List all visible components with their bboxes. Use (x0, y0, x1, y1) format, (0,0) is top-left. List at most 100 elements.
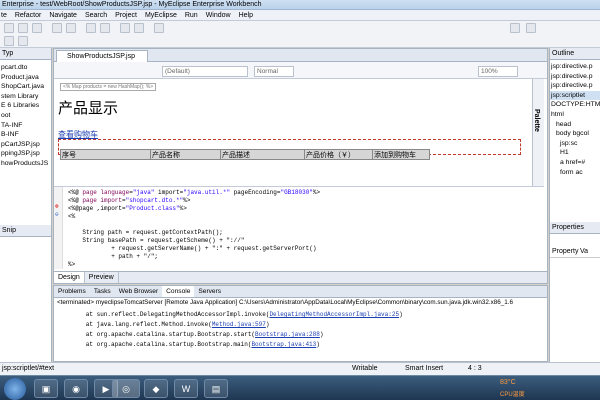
stacktrace-link[interactable]: Bootstrap.java:413 (251, 341, 316, 348)
folder-icon[interactable]: ▤ (204, 379, 228, 398)
source-line: <%@ page language="java" import="java.ut… (68, 189, 321, 196)
tree-item[interactable]: B-INF (0, 130, 51, 140)
tree-item[interactable]: howProductsJS (0, 159, 51, 169)
save-icon[interactable] (18, 23, 28, 33)
tree-item[interactable]: Product.java (0, 73, 51, 83)
source-view[interactable]: ⊗ ⊖ <%@ page language="java" import="jav… (54, 187, 544, 269)
app-icon[interactable]: ◆ (144, 379, 168, 398)
source-line: + request.getServerName() + ":" + reques… (68, 245, 317, 252)
open-type-icon[interactable] (134, 23, 144, 33)
font-select[interactable]: (Default) (162, 66, 248, 77)
properties-tab[interactable]: Properties (550, 222, 600, 234)
value-col: Va (580, 248, 589, 255)
editor-file-tab[interactable]: ShowProductsJSP.jsp (56, 50, 148, 62)
outline-item[interactable]: jsp:scriptlet (550, 90, 600, 101)
forward-icon[interactable] (18, 36, 28, 46)
tree-item[interactable]: ppingJSP.jsp (0, 149, 51, 159)
servers-tab[interactable]: Servers (194, 286, 225, 297)
new-class-icon[interactable] (120, 23, 130, 33)
deploy-icon[interactable] (100, 23, 110, 33)
perspective-icon[interactable] (510, 23, 520, 33)
source-line: <%@page ,import="Product.class"%> (68, 205, 187, 212)
outline-item[interactable]: html (550, 110, 600, 120)
tree-item[interactable]: pcart.dto (0, 63, 51, 73)
new-icon[interactable] (4, 23, 14, 33)
menu-help[interactable]: Help (235, 10, 257, 20)
myeclipse-perspective-icon[interactable] (526, 23, 536, 33)
main-toolbar (0, 21, 600, 48)
outline-tab[interactable]: Outline (550, 48, 600, 60)
type-hierarchy-tab[interactable]: Typ (0, 48, 51, 60)
status-bar: jsp:scriptlet/#text Writable Smart Inser… (0, 362, 600, 375)
style-select[interactable]: Normal (254, 66, 294, 77)
stacktrace-link[interactable]: Method.java:597 (212, 321, 266, 328)
tree-item[interactable]: E 6 Libraries (0, 101, 51, 111)
tasks-tab[interactable]: Tasks (90, 286, 115, 297)
jsp-hint: <% Map products = new HashMap(); %> (60, 83, 157, 91)
source-line: %> (68, 261, 76, 268)
menu-window[interactable]: Window (202, 10, 235, 20)
tree-item[interactable]: stem Library (0, 92, 51, 102)
editor-tab-bar: ShowProductsJSP.jsp (54, 49, 547, 62)
palette-bar[interactable]: Palette (532, 79, 544, 186)
tree-item[interactable]: TA-INF (0, 121, 51, 131)
source-line: <% (68, 213, 76, 220)
stacktrace-link[interactable]: DelegatingMethodAccessorImpl.java:25 (269, 311, 399, 318)
design-tab[interactable]: Design (54, 272, 85, 283)
taskbar: ▣ ◉ ▶ ◎ ◆ W ▤ 83°C CPU温度 (0, 375, 600, 400)
outline-item[interactable]: form ac (550, 168, 600, 178)
outline-item[interactable]: body bgcol (550, 129, 600, 139)
menu-refactor[interactable]: Refactor (11, 10, 45, 20)
source-line: + path + "/"; (68, 253, 159, 260)
problems-tab[interactable]: Problems (54, 286, 90, 297)
properties-header: Property Va (550, 248, 600, 258)
menu-file[interactable]: te (0, 10, 11, 20)
tree-item[interactable]: ShopCart.java (0, 82, 51, 92)
outline-item[interactable]: H1 (550, 148, 600, 158)
outline-item[interactable]: jsp:directive.p (550, 72, 600, 82)
back-icon[interactable] (4, 36, 14, 46)
status-path: jsp:scriptlet/#text (2, 365, 55, 372)
outline-item[interactable]: a href=# (550, 158, 600, 168)
status-writable: Writable (352, 365, 378, 372)
console-terminated-line: <terminated> myeclipseTomcatServer [Remo… (57, 299, 514, 306)
server-icon[interactable] (86, 23, 96, 33)
menu-run[interactable]: Run (181, 10, 202, 20)
outline-item[interactable]: jsp:directive.p (550, 81, 600, 91)
property-col: Property (552, 248, 579, 255)
th-index: 序号 (61, 150, 151, 159)
outline-item[interactable]: jsp:directive.p (550, 62, 600, 72)
outline-item[interactable]: jsp:sc (550, 139, 600, 149)
left-pane: Typ pcart.dto Product.java ShopCart.java… (0, 48, 52, 362)
fold-icon[interactable]: ⊖ (55, 211, 59, 218)
preview-tab[interactable]: Preview (85, 272, 119, 283)
menu-myeclipse[interactable]: MyEclipse (141, 10, 181, 20)
status-position: 4 : 3 (468, 365, 482, 372)
debug-icon[interactable] (52, 23, 62, 33)
tree-item[interactable]: pCartJSP.jsp (0, 140, 51, 150)
outline-item[interactable]: head (550, 120, 600, 130)
start-button[interactable] (4, 378, 26, 400)
explorer-icon[interactable]: ▣ (34, 379, 58, 398)
console-tab[interactable]: Console (162, 286, 195, 297)
myeclipse-icon[interactable]: ◎ (112, 379, 140, 398)
tree-item[interactable]: oot (0, 111, 51, 121)
print-icon[interactable] (32, 23, 42, 33)
snippets-tab[interactable]: Snip (0, 225, 51, 237)
console-line: at org.apache.catalina.startup.Bootstrap… (57, 341, 320, 348)
run-icon[interactable] (66, 23, 76, 33)
browser-icon[interactable]: ◉ (64, 379, 88, 398)
menu-search[interactable]: Search (81, 10, 111, 20)
stacktrace-link[interactable]: Bootstrap.java:288 (255, 331, 320, 338)
console-tabs: Problems Tasks Web Browser Console Serve… (54, 286, 547, 298)
th-price: 产品价格（￥） (305, 150, 373, 159)
word-icon[interactable]: W (174, 379, 198, 398)
menu-navigate[interactable]: Navigate (45, 10, 81, 20)
menu-project[interactable]: Project (111, 10, 141, 20)
web-browser-tab[interactable]: Web Browser (115, 286, 162, 297)
zoom-select[interactable]: 100% (478, 66, 518, 77)
search-icon[interactable] (154, 23, 164, 33)
design-view: <% Map products = new HashMap(); %> 产品显示… (54, 79, 544, 187)
outline-item[interactable]: DOCTYPE:HTM (550, 100, 600, 110)
palette-label: Palette (533, 109, 540, 132)
